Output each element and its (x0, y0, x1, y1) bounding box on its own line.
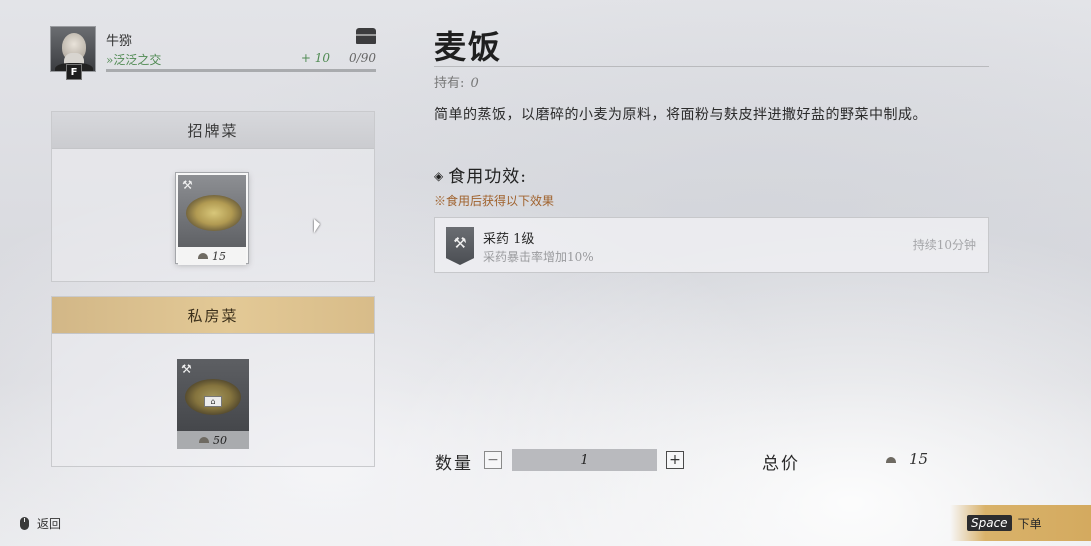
dish-image: ⚒ (178, 175, 246, 247)
relation-progress-bar (106, 69, 376, 72)
coin-icon (199, 437, 209, 443)
dish-image: ⚒ ⌂ (177, 359, 249, 431)
buff-description: 采药暴击率增加10% (483, 250, 594, 264)
dish-tile-private[interactable]: ⚒ ⌂ 50 (177, 359, 249, 449)
tools-icon: ⚒ (182, 178, 193, 192)
relation-progress: 0/90 (349, 51, 376, 65)
dish-title: 麦饭 (434, 28, 503, 66)
tools-icon: ⚒ (181, 362, 192, 376)
npc-relation-level: »泛泛之交 (106, 53, 162, 67)
dish-description: 简单的蒸饭，以磨碎的小麦为原料，将面粉与麸皮拌进撒好盐的野菜中制成。 (434, 107, 927, 123)
owned-count: 0 (470, 76, 479, 91)
effect-note: ※食用后获得以下效果 (434, 194, 555, 208)
coin-icon (198, 253, 208, 259)
dish-tile-maifan[interactable]: ⚒ 15 (176, 173, 248, 265)
place-order-button[interactable]: Space 下单 (950, 505, 1091, 541)
buff-effect-card: ⚒ 采药 1级 采药暴击率增加10% 持续10分钟 (434, 217, 989, 273)
mouse-cursor-icon (314, 219, 320, 233)
owned-label: 持有: (434, 76, 465, 91)
owned-count-row: 持有: 0 (434, 72, 479, 91)
diamond-bullet-icon: ◈ (434, 169, 445, 183)
dish-price-value: 50 (213, 433, 227, 447)
dish-price-value: 15 (212, 249, 226, 263)
quantity-decrease-button[interactable]: − (484, 451, 502, 469)
total-price-value: 15 (909, 450, 929, 468)
dish-price: 15 (178, 247, 246, 265)
effect-heading: ◈ 食用功效: (434, 162, 527, 187)
chest-icon[interactable] (356, 28, 376, 44)
interact-key-badge: F (66, 64, 82, 80)
buff-name: 采药 1级 (483, 232, 535, 247)
npc-name: 牛猕 (106, 34, 133, 49)
dish-price: 50 (177, 431, 249, 449)
gathering-tools-icon: ⚒ (446, 227, 474, 265)
quantity-increase-button[interactable]: + (666, 451, 684, 469)
back-button[interactable]: 返回 (20, 515, 61, 532)
buff-duration: 持续10分钟 (912, 238, 976, 252)
quantity-label: 数量 (435, 454, 473, 474)
signature-dish-header: 招牌菜 (52, 112, 374, 149)
npc-header: F 牛猕 »泛泛之交 + 10 0/90 (50, 26, 376, 82)
signature-dish-card: 招牌菜 ⚒ 15 (51, 111, 375, 282)
space-key-hint: Space (967, 515, 1012, 531)
coin-icon (886, 457, 896, 463)
relation-gain: + 10 (300, 51, 330, 65)
quantity-value[interactable]: 1 (512, 449, 657, 471)
private-dish-header: 私房菜 (52, 297, 374, 334)
back-label: 返回 (37, 517, 62, 531)
lock-icon: ⌂ (204, 396, 222, 407)
title-divider (434, 66, 989, 67)
mouse-right-click-icon (20, 517, 29, 530)
total-price-label: 总价 (762, 454, 800, 474)
place-order-label: 下单 (1017, 516, 1042, 531)
effect-heading-text: 食用功效: (448, 167, 527, 187)
private-dish-card: 私房菜 ⚒ ⌂ 50 (51, 296, 375, 467)
